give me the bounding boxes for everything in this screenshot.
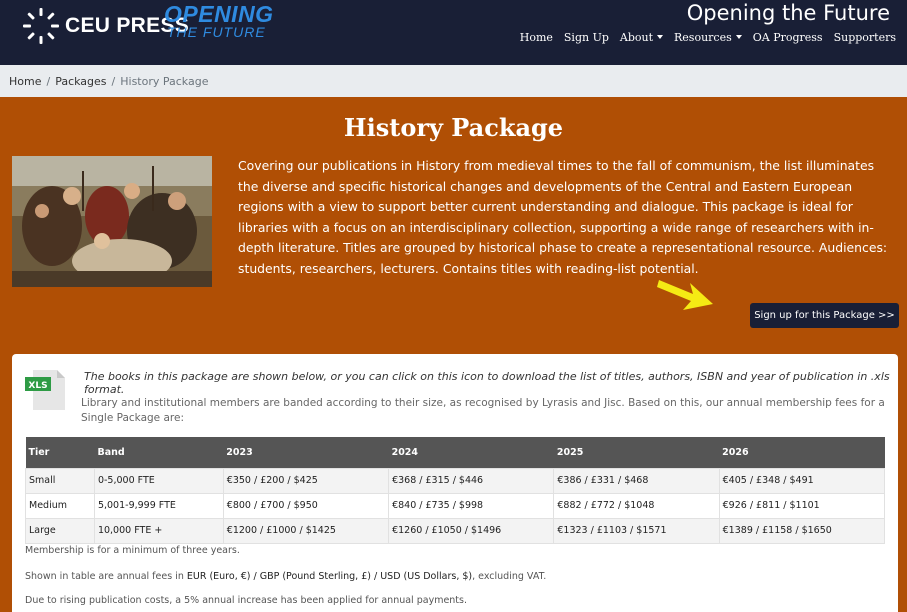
header-2025: 2025 xyxy=(553,437,720,468)
breadcrumb-packages[interactable]: Packages xyxy=(55,75,106,88)
footnote-currency: Shown in table are annual fees in EUR (E… xyxy=(25,571,546,582)
breadcrumb-home[interactable]: Home xyxy=(9,75,41,88)
package-details-card: XLS The books in this package are shown … xyxy=(12,354,898,612)
nav-resources[interactable]: Resources xyxy=(674,31,742,44)
table-row: Large 10,000 FTE + €1200 / £1000 / $1425… xyxy=(25,517,886,544)
nav-about-label: About xyxy=(619,31,654,44)
header-tier: Tier xyxy=(25,437,95,468)
breadcrumb-separator: / xyxy=(111,75,116,88)
cell-fee: €800 / £700 / $950 xyxy=(222,492,390,519)
nav-oa-progress[interactable]: OA Progress xyxy=(753,31,823,44)
nav-supporters[interactable]: Supporters xyxy=(834,31,896,44)
cell-band: 5,001-9,999 FTE xyxy=(93,492,224,519)
chevron-down-icon xyxy=(657,35,664,39)
main-nav: Home Sign Up About Resources OA Progress… xyxy=(509,31,896,44)
table-row: Medium 5,001-9,999 FTE €800 / £700 / $95… xyxy=(25,492,886,519)
ceu-press-sunburst-icon xyxy=(22,7,60,45)
band-note: Library and institutional members are ba… xyxy=(81,397,885,424)
cell-fee: €350 / £200 / $425 xyxy=(222,467,390,494)
header-band: Band xyxy=(94,437,224,468)
chevron-down-icon xyxy=(735,35,742,39)
opening-the-future-logo[interactable]: OPENING THE FUTURE xyxy=(164,2,274,39)
table-header-row: Tier Band 2023 2024 2025 2026 xyxy=(25,437,885,468)
page-title: History Package xyxy=(343,113,564,142)
breadcrumb-current: History Package xyxy=(120,75,209,88)
opening-sub: THE FUTURE xyxy=(167,24,266,40)
cell-fee: €1389 / £1158 / $1650 xyxy=(718,517,886,544)
footnote-currency-prefix: Shown in table are annual fees in xyxy=(25,571,187,582)
site-title: Opening the Future xyxy=(686,1,890,25)
cell-tier: Large xyxy=(25,517,95,544)
header-2023: 2023 xyxy=(223,437,389,468)
signup-package-button[interactable]: Sign up for this Package >> xyxy=(750,303,899,328)
cell-fee: €368 / £315 / $446 xyxy=(388,467,555,494)
cell-fee: €840 / £735 / $998 xyxy=(388,492,555,519)
breadcrumb-separator: / xyxy=(46,75,51,88)
breadcrumb: Home / Packages / History Package xyxy=(0,65,907,97)
nav-sign-up[interactable]: Sign Up xyxy=(564,31,609,44)
cell-tier: Small xyxy=(25,467,95,494)
cell-fee: €386 / £331 / $468 xyxy=(553,467,720,494)
painting-image xyxy=(12,156,212,287)
footnote-minimum: Membership is for a minimum of three yea… xyxy=(25,545,240,556)
cell-band: 10,000 FTE + xyxy=(93,517,224,544)
header-2026: 2026 xyxy=(719,437,885,468)
nav-home[interactable]: Home xyxy=(520,31,553,44)
table-row: Small 0-5,000 FTE €350 / £200 / $425 €36… xyxy=(25,467,886,494)
yellow-arrow-icon xyxy=(655,272,717,316)
package-description: Covering our publications in History fro… xyxy=(238,158,888,276)
nav-resources-label: Resources xyxy=(674,31,732,44)
download-note: The books in this package are shown belo… xyxy=(84,370,890,396)
cell-fee: €405 / £348 / $491 xyxy=(718,467,886,494)
footnote-currency-suffix: , excluding VAT. xyxy=(472,571,547,582)
header-2024: 2024 xyxy=(388,437,554,468)
footnote-currency-bold: EUR (Euro, €) / GBP (Pound Sterling, £) … xyxy=(186,571,473,582)
cell-fee: €1200 / £1000 / $1425 xyxy=(222,517,390,544)
cell-band: 0-5,000 FTE xyxy=(93,467,224,494)
fees-table: Tier Band 2023 2024 2025 2026 Small 0-5,… xyxy=(25,437,886,544)
site-header: CEU PRESS OPENING THE FUTURE Opening the… xyxy=(0,0,907,65)
cell-fee: €926 / £811 / $1101 xyxy=(718,492,886,519)
cell-fee: €882 / £772 / $1048 xyxy=(553,492,720,519)
xls-download-icon[interactable]: XLS xyxy=(25,366,67,412)
footnote-increase: Due to rising publication costs, a 5% an… xyxy=(25,595,468,606)
cell-fee: €1323 / £1103 / $1571 xyxy=(553,517,720,544)
cell-fee: €1260 / £1050 / $1496 xyxy=(388,517,555,544)
nav-about[interactable]: About xyxy=(619,31,664,44)
xls-label: XLS xyxy=(28,381,47,391)
cell-tier: Medium xyxy=(25,492,95,519)
